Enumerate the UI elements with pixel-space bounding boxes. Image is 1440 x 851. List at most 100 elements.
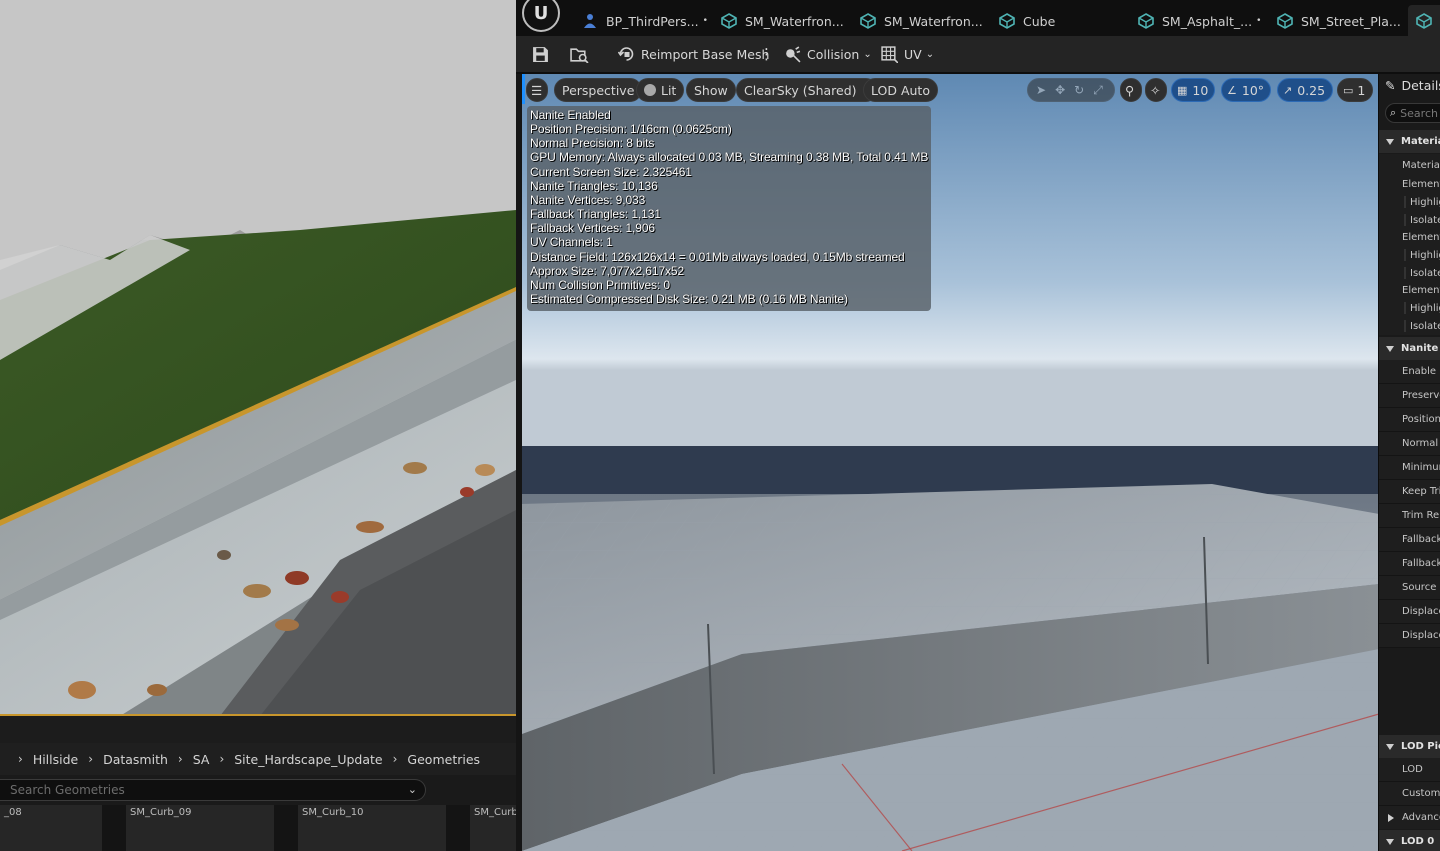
highlight-checkbox[interactable]: Highlight [1379, 246, 1440, 264]
view-mode-button[interactable]: Lit [636, 78, 685, 102]
tab-sm-waterfront-2[interactable]: SM_Waterfron... [860, 8, 983, 34]
element-row[interactable]: Element 2 [1379, 282, 1440, 299]
checkbox[interactable] [1404, 196, 1406, 208]
property-row[interactable]: Enable Nanite Support [1379, 360, 1440, 384]
tab-sm-waterfront-1[interactable]: SM_Waterfron... [721, 8, 844, 34]
section-lod0[interactable]: LOD 0 [1379, 830, 1440, 851]
tab-bp-thirdperson[interactable]: BP_ThirdPers... • [582, 8, 708, 34]
show-flags-button[interactable]: Show [686, 78, 736, 102]
chevron-right-icon[interactable]: › [18, 752, 23, 766]
property-row[interactable]: Position Precision [1379, 408, 1440, 432]
sky-preset-button[interactable]: ClearSky (Shared) ⌄ [736, 78, 878, 102]
camera-icon: ▭ [1343, 83, 1354, 97]
chevron-right-icon[interactable]: › [219, 752, 224, 766]
world-local-toggle[interactable]: ⚲ [1120, 78, 1142, 102]
details-tab[interactable]: ✎ Details [1379, 74, 1440, 96]
isolate-checkbox[interactable]: Isolate [1379, 317, 1440, 335]
breadcrumb-item[interactable]: Geometries [407, 752, 480, 767]
browse-to-asset-button[interactable] [570, 36, 595, 72]
tab-label: SM_Asphalt_... [1162, 13, 1253, 29]
checkbox[interactable] [1404, 214, 1406, 226]
tab-sm-asphalt[interactable]: SM_Asphalt_... • [1138, 8, 1261, 34]
property-row[interactable]: Displacement UV Channel [1379, 600, 1440, 624]
property-row[interactable]: Minimum Residency [1379, 456, 1440, 480]
highlight-checkbox[interactable]: Highlight [1379, 193, 1440, 211]
isolate-checkbox[interactable]: Isolate [1379, 211, 1440, 229]
checkbox[interactable] [1404, 267, 1406, 279]
section-advanced[interactable]: Advanced [1379, 806, 1440, 829]
checkbox-label: Isolate [1410, 267, 1440, 279]
uv-menu-button[interactable]: UV ⌄ [881, 36, 934, 72]
chevron-right-icon[interactable]: › [178, 752, 183, 766]
camera-speed-button[interactable]: ▭ 1 [1337, 78, 1373, 102]
checkbox[interactable] [1404, 249, 1406, 261]
chevron-down-icon[interactable]: ⌄ [408, 783, 417, 796]
checkbox[interactable] [1404, 302, 1406, 314]
perspective-button[interactable]: Perspective [554, 78, 643, 102]
scale-tool-icon[interactable]: ⤢ [1093, 83, 1103, 98]
reimport-base-mesh-button[interactable]: Reimport Base Mesh [618, 36, 769, 72]
asset-search-box[interactable]: ⌄ [0, 779, 426, 801]
property-row[interactable]: Source Import Filename [1379, 576, 1440, 600]
save-button[interactable] [532, 36, 555, 72]
section-nanite-settings[interactable]: Nanite Settings [1379, 337, 1440, 360]
property-label: Displacement UV Channel [1402, 606, 1440, 617]
hamburger-icon: ☰ [531, 82, 543, 98]
property-row[interactable]: Material Slots [1379, 154, 1440, 178]
property-row[interactable]: LOD [1379, 758, 1440, 782]
mesh-preview-viewport[interactable]: ☰ Perspective Lit Show ClearSky (Shared)… [522, 74, 1379, 851]
property-label: Material Slots [1402, 160, 1440, 171]
asset-tile[interactable]: _08 [0, 805, 102, 851]
grid-snap-button[interactable]: ▦ 10 [1171, 78, 1215, 102]
static-mesh-icon [1138, 13, 1154, 29]
lod-button[interactable]: LOD Auto [863, 78, 938, 102]
asset-tile[interactable]: SM_Curb_10 [298, 805, 446, 851]
move-tool-icon[interactable]: ✥ [1055, 83, 1065, 97]
select-tool-icon[interactable]: ➤ [1036, 83, 1046, 97]
property-row[interactable]: Fallback Relative Error [1379, 552, 1440, 576]
chevron-right-icon[interactable]: › [393, 752, 398, 766]
level-editor-pane: › Hillside › Datasmith › SA › Site_Hards… [0, 0, 516, 851]
chevron-right-icon[interactable]: › [88, 752, 93, 766]
isolate-checkbox[interactable]: Isolate [1379, 264, 1440, 282]
rotate-tool-icon[interactable]: ↻ [1074, 83, 1084, 97]
content-browser-toolbar [0, 716, 516, 743]
property-row[interactable]: Displacement Maps [1379, 624, 1440, 648]
unreal-logo-icon[interactable]: U [522, 0, 560, 32]
asset-search-input[interactable] [0, 783, 390, 797]
highlight-checkbox[interactable]: Highlight [1379, 299, 1440, 317]
level-viewport[interactable] [0, 0, 516, 716]
element-row[interactable]: Element 0 [1379, 176, 1440, 193]
viewport-menu-button[interactable]: ☰ [526, 78, 548, 102]
tab-sm-street-plate[interactable]: SM_Street_Pla... [1277, 8, 1401, 34]
rotation-snap-button[interactable]: ∠ 10° [1221, 78, 1271, 102]
tab-cube[interactable]: Cube [999, 8, 1055, 34]
section-lod-picker[interactable]: LOD Picker [1379, 735, 1440, 758]
property-row[interactable]: Normal Precision [1379, 432, 1440, 456]
asset-tile[interactable]: SM_Curb_09 [126, 805, 274, 851]
element-row[interactable]: Element 1 [1379, 229, 1440, 246]
breadcrumb-item[interactable]: Site_Hardscape_Update [234, 752, 382, 767]
asset-tile[interactable]: SM_Curb [470, 805, 516, 851]
reimport-options-button[interactable]: ⋮ [759, 36, 774, 72]
property-row[interactable]: Keep Triangle Percent [1379, 480, 1440, 504]
property-row[interactable]: Custom [1379, 782, 1440, 806]
details-search-box[interactable]: ⌕ Search [1385, 103, 1440, 123]
surface-snap-toggle[interactable]: ✧ [1145, 78, 1167, 102]
tab-active-mesh[interactable] [1408, 5, 1440, 36]
tab-label: SM_Waterfron... [745, 13, 844, 29]
section-material-slots[interactable]: Material Slots [1379, 130, 1440, 153]
save-icon [533, 46, 548, 62]
breadcrumb-item[interactable]: SA [193, 752, 210, 767]
property-row[interactable]: Preserve Area [1379, 384, 1440, 408]
scale-snap-button[interactable]: ↗ 0.25 [1277, 78, 1333, 102]
property-row[interactable]: Fallback Triangle Percent [1379, 528, 1440, 552]
lit-sphere-icon [644, 84, 656, 96]
breadcrumb-item[interactable]: Hillside [33, 752, 78, 767]
collision-menu-button[interactable]: Collision ⌄ [784, 36, 872, 72]
property-row[interactable]: Trim Relative Error [1379, 504, 1440, 528]
breadcrumb-item[interactable]: Datasmith [103, 752, 168, 767]
checkbox-label: Highlight [1410, 302, 1440, 314]
checkbox[interactable] [1404, 320, 1406, 332]
stat-line: Distance Field: 126x126x14 = 0.01Mb alwa… [530, 249, 905, 264]
